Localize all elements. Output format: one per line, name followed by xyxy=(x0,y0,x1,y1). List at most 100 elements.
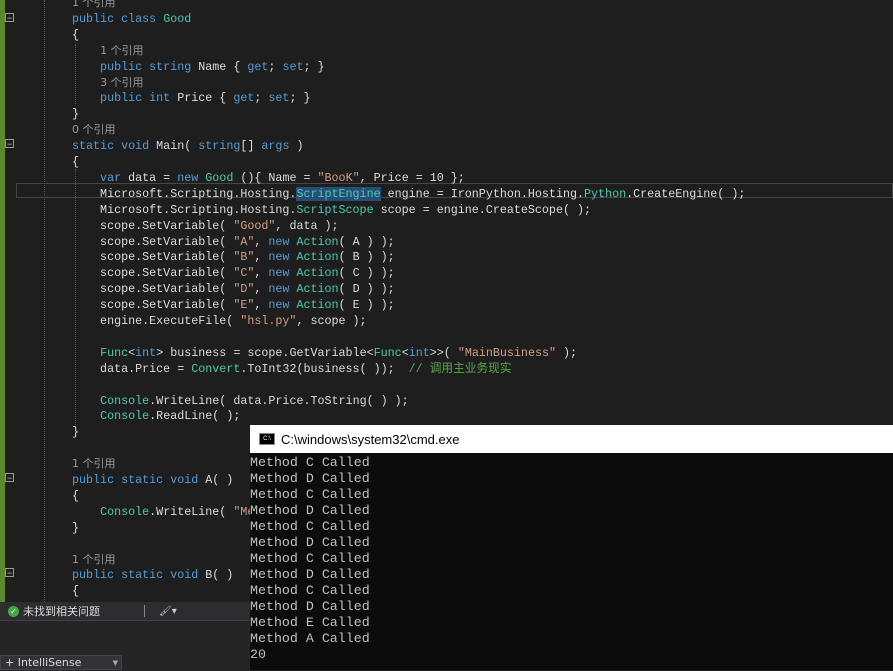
code-token: , xyxy=(254,266,269,281)
code-token: new xyxy=(268,282,297,297)
code-line: var data = new Good (){ Name = "BooK", P… xyxy=(72,170,465,186)
code-line: engine.ExecuteFile( "hsl.py", scope ); xyxy=(72,313,367,329)
code-token: new xyxy=(268,250,297,265)
code-token: new xyxy=(268,266,297,281)
reference-count-link[interactable]: 3 个引用 xyxy=(100,76,144,89)
code-token: Action xyxy=(296,282,339,297)
code-cleanup-icon[interactable]: 🖌▾ xyxy=(159,606,177,617)
code-line: data.Price = Convert.ToInt32(business( )… xyxy=(72,361,511,377)
code-line: } xyxy=(72,106,79,122)
code-token: ( B ) ); xyxy=(338,250,395,265)
code-token: , xyxy=(254,298,269,313)
code-token: ; } xyxy=(303,59,325,74)
code-token: scope = engine.CreateScope( ); xyxy=(373,202,592,217)
code-line: { xyxy=(72,154,79,170)
code-token: Action xyxy=(296,250,339,265)
console-output-line: Method D Called xyxy=(250,503,370,518)
code-line: scope.SetVariable( "C", new Action( C ) … xyxy=(72,265,395,281)
code-token: ( E ) ); xyxy=(338,298,395,313)
code-line: Func<int> business = scope.GetVariable<F… xyxy=(72,345,577,361)
reference-count-link[interactable]: 1 个引用 xyxy=(72,553,116,566)
console-output-line: Method C Called xyxy=(250,487,370,502)
code-token: ) xyxy=(289,139,304,154)
console-output-line: Method C Called xyxy=(250,551,370,566)
code-line: } xyxy=(72,520,79,536)
code-line: } xyxy=(72,424,79,440)
code-token: public int xyxy=(72,91,178,106)
code-token: [] xyxy=(240,139,262,154)
issues-status[interactable]: 未找到相关问题 xyxy=(23,603,100,619)
reference-count-link[interactable]: 1 个引用 xyxy=(72,457,116,470)
console-output-line: Method D Called xyxy=(250,471,370,486)
code-token: Console xyxy=(100,504,150,519)
code-token: int xyxy=(135,345,157,360)
code-token: set xyxy=(282,59,304,74)
code-line: Console.WriteLine( "Me xyxy=(72,504,254,520)
change-margin xyxy=(0,0,5,602)
collapse-icon[interactable]: − xyxy=(5,568,14,578)
code-token: .ToInt32(business( )); xyxy=(240,361,409,376)
code-token: { xyxy=(72,27,80,42)
code-token: args xyxy=(261,139,290,154)
code-token: Python xyxy=(584,186,627,201)
collapse-icon[interactable]: − xyxy=(5,139,14,149)
code-token: { xyxy=(72,584,80,599)
code-token: Action xyxy=(296,234,339,249)
code-token: set xyxy=(268,91,290,106)
code-token: public static void xyxy=(72,473,206,487)
code-line: scope.SetVariable( "D", new Action( D ) … xyxy=(72,281,395,297)
collapse-icon[interactable]: − xyxy=(5,13,14,23)
code-token: ( A ) ); xyxy=(338,234,395,249)
code-token: Func xyxy=(373,345,402,360)
code-line: 1 个引用 xyxy=(72,456,116,472)
code-line: scope.SetVariable( "E", new Action( E ) … xyxy=(72,297,395,313)
error-source-dropdown[interactable]: + IntelliSense ▼ xyxy=(0,655,122,670)
code-token: Price { xyxy=(177,91,234,106)
code-token: Action xyxy=(296,266,339,281)
code-line: public string Name { get; set; } xyxy=(72,59,325,75)
code-line: { xyxy=(72,488,79,504)
code-token: } xyxy=(72,425,80,440)
code-token: Good xyxy=(205,170,234,185)
code-line: 1 个引用 xyxy=(72,0,116,11)
code-line: static void Main( string[] args ) xyxy=(72,138,304,154)
code-token: "B" xyxy=(233,250,255,265)
console-titlebar[interactable]: C:\ C:\windows\system32\cmd.exe xyxy=(250,425,893,453)
code-token: < xyxy=(401,345,409,360)
code-line: public int Price { get; set; } xyxy=(72,90,311,106)
check-circle-icon: ✓ xyxy=(8,605,19,617)
console-output-line: Method D Called xyxy=(250,599,370,614)
code-token: new xyxy=(268,234,297,249)
code-token: int xyxy=(408,345,430,360)
code-token: Action xyxy=(296,298,339,313)
code-token: data.Price = xyxy=(72,361,192,376)
code-token: "BooK" xyxy=(317,170,360,185)
code-line: 1 个引用 xyxy=(72,43,144,59)
code-token: scope.SetVariable( xyxy=(72,266,234,281)
console-output-line: Method C Called xyxy=(250,455,370,470)
code-token: B( ) xyxy=(205,568,234,583)
console-output-line: Method E Called xyxy=(250,615,370,630)
code-token: data = xyxy=(128,170,178,185)
console-output: Method C Called Method D Called Method C C… xyxy=(250,453,893,663)
code-token: "C" xyxy=(233,266,255,281)
code-token: ( C ) ); xyxy=(338,266,395,281)
reference-count-link[interactable]: 0 个引用 xyxy=(72,123,116,136)
code-token: string xyxy=(198,139,241,154)
code-token: { xyxy=(72,155,80,169)
console-output-line: Method C Called xyxy=(250,519,370,534)
console-output-line: Method D Called xyxy=(250,535,370,550)
code-token: } xyxy=(72,107,80,122)
code-token: >>( xyxy=(429,345,458,360)
reference-count-link[interactable]: 1 个引用 xyxy=(100,44,144,57)
console-window[interactable]: C:\ C:\windows\system32\cmd.exe Method C… xyxy=(250,425,893,670)
reference-count-link[interactable]: 1 个引用 xyxy=(72,0,116,9)
collapse-icon[interactable]: − xyxy=(5,473,14,483)
code-token: static void xyxy=(72,139,157,154)
code-token: ; } xyxy=(289,91,311,106)
code-token: , xyxy=(254,282,269,297)
code-line: public static void B( ) xyxy=(72,567,233,583)
console-output-line: Method D Called xyxy=(250,567,370,582)
